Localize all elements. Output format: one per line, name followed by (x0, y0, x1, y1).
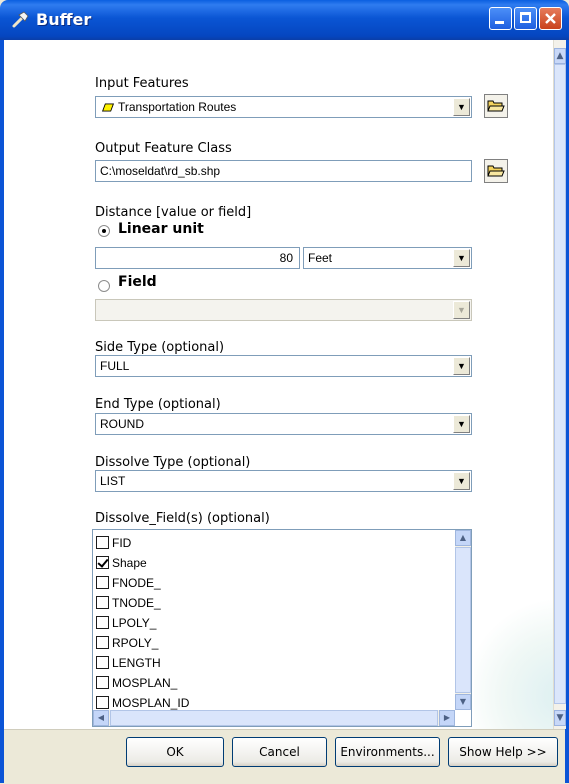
maximize-icon (520, 12, 531, 23)
end-type-label: End Type (optional) (95, 397, 221, 412)
checkbox[interactable] (96, 556, 109, 569)
list-item-label: TNODE_ (112, 596, 161, 610)
checkbox[interactable] (96, 656, 109, 669)
list-item-label: MOSPLAN_ (112, 676, 178, 690)
show-help-button[interactable]: Show Help >> (448, 737, 558, 767)
list-item[interactable]: RPOLY_ (96, 635, 158, 651)
distance-unit-value: Feet (308, 251, 333, 265)
dissolve-type-label: Dissolve Type (optional) (95, 455, 251, 470)
ok-button[interactable]: OK (126, 737, 224, 767)
window-vertical-scrollbar[interactable]: ▲ ▼ (553, 40, 566, 729)
dissolve-type-value: LIST (100, 474, 126, 488)
distance-label: Distance [value or field] (95, 205, 252, 220)
scroll-up-icon[interactable]: ▲ (554, 48, 566, 64)
cancel-button[interactable]: Cancel (232, 737, 327, 767)
distance-field-select: ▼ (95, 299, 472, 321)
list-item[interactable]: MOSPLAN_ID (96, 695, 189, 711)
dissolve-type-select[interactable]: LIST ▼ (95, 470, 472, 492)
linear-unit-label: Linear unit (118, 221, 204, 237)
checkbox[interactable] (96, 616, 109, 629)
list-item-label: Shape (112, 556, 147, 570)
maximize-button[interactable] (514, 7, 537, 30)
minimize-button[interactable] (489, 7, 512, 30)
list-item[interactable]: FNODE_ (96, 575, 161, 591)
scroll-left-icon[interactable]: ◀ (93, 710, 109, 726)
list-item-label: FID (112, 536, 132, 550)
field-label: Field (118, 274, 157, 290)
close-icon (545, 13, 556, 24)
output-feature-class-label: Output Feature Class (95, 141, 232, 156)
list-item-label: RPOLY_ (112, 636, 159, 650)
input-features-browse-button[interactable] (484, 94, 508, 118)
list-horizontal-scrollbar[interactable]: ◀ ▶ (93, 710, 455, 726)
chevron-down-icon[interactable]: ▼ (453, 98, 470, 116)
checkbox[interactable] (96, 636, 109, 649)
environments-button[interactable]: Environments... (335, 737, 440, 767)
side-type-select[interactable]: FULL ▼ (95, 355, 472, 377)
distance-value-input[interactable]: 80 (95, 247, 300, 269)
output-feature-class-browse-button[interactable] (484, 159, 508, 183)
list-scroll-thumb[interactable] (455, 547, 471, 693)
linear-unit-radio[interactable] (98, 225, 110, 237)
chevron-down-icon[interactable]: ▼ (453, 249, 470, 267)
output-feature-class-input[interactable]: C:\moseldat\rd_sb.shp (95, 160, 472, 182)
list-hscroll-thumb[interactable] (110, 710, 438, 726)
list-item-label: LENGTH (112, 656, 161, 670)
checkbox[interactable] (96, 596, 109, 609)
polyline-feature-icon (101, 103, 115, 112)
checkbox[interactable] (96, 676, 109, 689)
list-item-label: LPOLY_ (112, 616, 157, 630)
input-features-combobox[interactable]: Transportation Routes ▼ (95, 96, 472, 118)
scroll-down-icon[interactable]: ▼ (455, 694, 471, 710)
list-item-label: MOSPLAN_ID (112, 696, 190, 710)
side-type-value: FULL (100, 359, 130, 373)
background-graphic (474, 600, 553, 729)
end-type-select[interactable]: ROUND ▼ (95, 413, 472, 435)
scroll-right-icon[interactable]: ▶ (439, 710, 455, 726)
chevron-down-icon: ▼ (453, 301, 470, 319)
window-title: Buffer (36, 10, 92, 29)
list-item[interactable]: Shape (96, 555, 147, 571)
side-type-label: Side Type (optional) (95, 340, 225, 355)
minimize-icon (495, 21, 504, 24)
checkbox[interactable] (96, 696, 109, 709)
scroll-down-icon[interactable]: ▼ (554, 710, 566, 726)
close-button[interactable] (539, 7, 562, 30)
hammer-icon (12, 11, 29, 28)
check-icon (97, 556, 109, 568)
list-item[interactable]: LENGTH (96, 655, 161, 671)
input-features-label: Input Features (95, 76, 189, 91)
distance-unit-select[interactable]: Feet ▼ (303, 247, 472, 269)
window-scroll-thumb[interactable] (554, 64, 566, 704)
field-radio[interactable] (98, 280, 110, 292)
list-item[interactable]: LPOLY_ (96, 615, 156, 631)
radio-selected-dot (102, 229, 106, 233)
title-bar[interactable]: Buffer (0, 0, 569, 40)
chevron-down-icon[interactable]: ▼ (453, 472, 470, 490)
chevron-down-icon[interactable]: ▼ (453, 357, 470, 375)
end-type-value: ROUND (100, 417, 144, 431)
dissolve-fields-list[interactable]: FID Shape FNODE_ TNODE_ LPOLY_ RPOLY_ LE… (92, 529, 472, 727)
dissolve-fields-label: Dissolve_Field(s) (optional) (95, 511, 270, 526)
list-vertical-scrollbar[interactable]: ▲ ▼ (455, 530, 471, 710)
open-folder-icon (487, 165, 505, 177)
open-folder-icon (487, 100, 505, 112)
list-item[interactable]: FID (96, 535, 131, 551)
list-item[interactable]: MOSPLAN_ (96, 675, 177, 691)
chevron-down-icon[interactable]: ▼ (453, 415, 470, 433)
list-item-label: FNODE_ (112, 576, 161, 590)
scroll-up-icon[interactable]: ▲ (455, 530, 471, 546)
input-features-value: Transportation Routes (118, 100, 237, 114)
list-item[interactable]: TNODE_ (96, 595, 161, 611)
checkbox[interactable] (96, 576, 109, 589)
checkbox[interactable] (96, 536, 109, 549)
